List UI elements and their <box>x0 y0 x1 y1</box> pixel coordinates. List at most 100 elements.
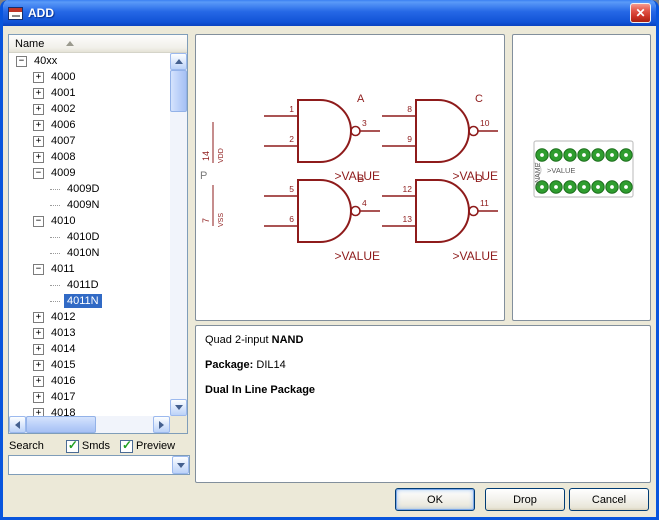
tree-item[interactable]: +4016 <box>10 373 170 389</box>
tree-item-label[interactable]: 4011D <box>64 278 102 292</box>
preview-checkbox-label[interactable]: Preview <box>136 440 175 452</box>
svg-text:A: A <box>357 93 365 105</box>
expand-plus-icon[interactable]: + <box>33 152 44 163</box>
collapse-minus-icon[interactable]: − <box>33 168 44 179</box>
collapse-minus-icon[interactable]: − <box>33 264 44 275</box>
expand-plus-icon[interactable]: + <box>33 360 44 371</box>
tree-item-label[interactable]: 4009 <box>48 166 78 180</box>
tree-item-label[interactable]: 4008 <box>48 150 78 164</box>
tree-item-label[interactable]: 4007 <box>48 134 78 148</box>
ok-button[interactable]: OK <box>395 488 475 511</box>
pad-hole <box>610 153 614 157</box>
tree-vertical-scrollbar[interactable] <box>170 53 187 416</box>
title-bar[interactable]: ADD <box>3 0 656 26</box>
tree-item[interactable]: −4011 <box>10 261 170 277</box>
package-key-label: Package: <box>205 359 256 371</box>
smds-checkbox[interactable] <box>66 440 79 453</box>
tree-connector <box>50 253 60 254</box>
tree-item-label[interactable]: 4001 <box>48 86 78 100</box>
svg-text:>VALUE: >VALUE <box>335 249 380 263</box>
svg-text:14: 14 <box>201 151 211 161</box>
expand-plus-icon[interactable]: + <box>33 104 44 115</box>
window-title: ADD <box>28 6 54 20</box>
tree-item[interactable]: +4012 <box>10 309 170 325</box>
tree-item-label[interactable]: 4006 <box>48 118 78 132</box>
expand-plus-icon[interactable]: + <box>33 72 44 83</box>
tree-item[interactable]: +4013 <box>10 325 170 341</box>
tree-item-label[interactable]: 4015 <box>48 358 78 372</box>
tree-item[interactable]: +4014 <box>10 341 170 357</box>
expand-plus-icon[interactable]: + <box>33 344 44 355</box>
svg-text:2: 2 <box>289 134 294 144</box>
tree-item-label[interactable]: 4011 <box>48 262 78 276</box>
expand-plus-icon[interactable]: + <box>33 88 44 99</box>
tree-item[interactable]: −4010 <box>10 213 170 229</box>
tree-item[interactable]: +4000 <box>10 69 170 85</box>
tree-item-label[interactable]: 4010 <box>48 214 78 228</box>
expand-plus-icon[interactable]: + <box>33 312 44 323</box>
tree-item-label[interactable]: 4013 <box>48 326 78 340</box>
tree-item-label[interactable]: 4016 <box>48 374 78 388</box>
tree-item-label[interactable]: 4014 <box>48 342 78 356</box>
horizontal-scroll-thumb[interactable] <box>26 416 96 433</box>
expand-plus-icon[interactable]: + <box>33 376 44 387</box>
tree-item[interactable]: +4002 <box>10 101 170 117</box>
tree-item[interactable]: −40xx <box>10 53 170 69</box>
tree-item[interactable]: 4009N <box>10 197 170 213</box>
tree-item[interactable]: +4018 <box>10 405 170 416</box>
drop-button[interactable]: Drop <box>485 488 565 511</box>
tree-item[interactable]: +4015 <box>10 357 170 373</box>
tree-item[interactable]: +4006 <box>10 117 170 133</box>
power-symbol: 14 VDD P 7 VSS <box>198 119 232 231</box>
tree-item[interactable]: +4008 <box>10 149 170 165</box>
cancel-button[interactable]: Cancel <box>569 488 649 511</box>
tree-item-label[interactable]: 4017 <box>48 390 78 404</box>
expand-plus-icon[interactable]: + <box>33 408 44 417</box>
svg-text:P: P <box>200 170 207 182</box>
tree-column-header[interactable]: Name <box>9 35 187 53</box>
search-combobox[interactable] <box>8 455 190 475</box>
tree-item-label[interactable]: 4011N <box>64 294 102 308</box>
description-panel: Quad 2-input NAND Package: DIL14 Dual In… <box>195 325 651 483</box>
tree-item-label[interactable]: 4018 <box>48 406 78 416</box>
expand-plus-icon[interactable]: + <box>33 136 44 147</box>
svg-text:8: 8 <box>407 104 412 114</box>
description-title-line: Quad 2-input NAND <box>205 334 641 346</box>
tree-horizontal-scrollbar[interactable] <box>9 416 170 433</box>
tree-item-label[interactable]: 4010D <box>64 230 102 244</box>
smds-checkbox-label[interactable]: Smds <box>82 440 110 452</box>
expand-plus-icon[interactable]: + <box>33 120 44 131</box>
tree-item-label[interactable]: 4009D <box>64 182 102 196</box>
tree-item-label[interactable]: 4012 <box>48 310 78 324</box>
tree-item[interactable]: 4010N <box>10 245 170 261</box>
tree-item[interactable]: +4017 <box>10 389 170 405</box>
scroll-left-button[interactable] <box>9 416 26 433</box>
collapse-minus-icon[interactable]: − <box>16 56 27 67</box>
preview-checkbox[interactable] <box>120 440 133 453</box>
scroll-down-button[interactable] <box>170 399 187 416</box>
tree-item[interactable]: 4009D <box>10 181 170 197</box>
svg-text:10: 10 <box>480 118 490 128</box>
tree-item[interactable]: 4011D <box>10 277 170 293</box>
expand-plus-icon[interactable]: + <box>33 328 44 339</box>
vertical-scroll-thumb[interactable] <box>170 70 187 112</box>
collapse-minus-icon[interactable]: − <box>33 216 44 227</box>
tree-item-label[interactable]: 4002 <box>48 102 78 116</box>
combobox-dropdown-button[interactable] <box>172 456 189 474</box>
tree-item[interactable]: +4001 <box>10 85 170 101</box>
tree-item-label[interactable]: 40xx <box>31 54 60 68</box>
svg-text:VDD: VDD <box>218 148 225 163</box>
expand-plus-icon[interactable]: + <box>33 392 44 403</box>
tree-item-label[interactable]: 4009N <box>64 198 102 212</box>
scroll-up-button[interactable] <box>170 53 187 70</box>
tree-item[interactable]: 4011N <box>10 293 170 309</box>
tree-item-label[interactable]: 4000 <box>48 70 78 84</box>
scroll-right-button[interactable] <box>153 416 170 433</box>
pad-hole <box>596 185 600 189</box>
close-button[interactable] <box>630 3 651 23</box>
tree-item[interactable]: −4009 <box>10 165 170 181</box>
tree-item[interactable]: 4010D <box>10 229 170 245</box>
tree-item-label[interactable]: 4010N <box>64 246 102 260</box>
tree-item[interactable]: +4007 <box>10 133 170 149</box>
search-input[interactable] <box>10 457 170 473</box>
